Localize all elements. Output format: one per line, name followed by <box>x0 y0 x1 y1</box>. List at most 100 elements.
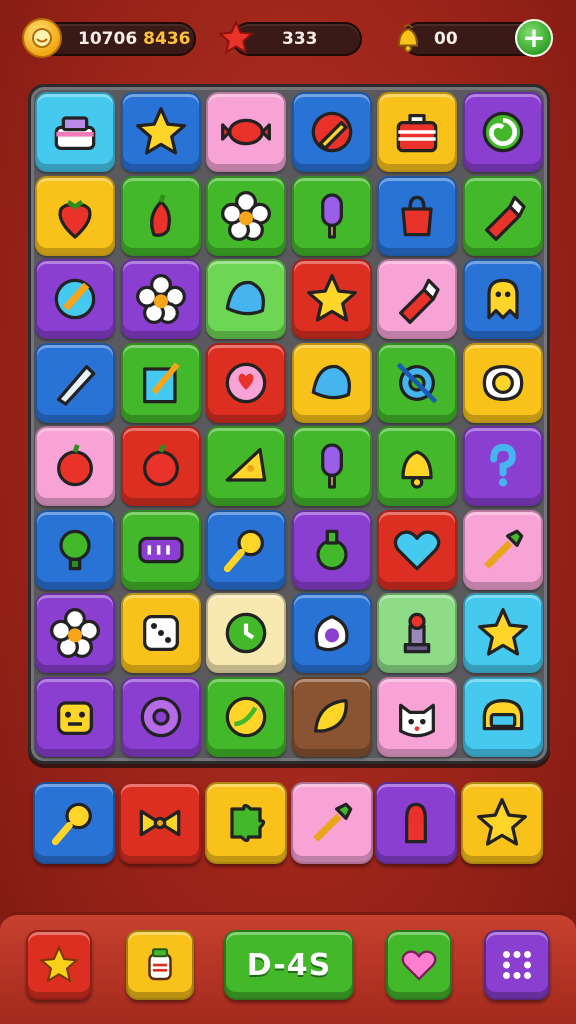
board-tile[interactable] <box>462 676 543 757</box>
play-button[interactable]: D-4S <box>224 930 354 1000</box>
star-icon <box>306 274 357 322</box>
board-tile[interactable] <box>291 342 372 423</box>
board-tile[interactable] <box>462 259 543 339</box>
tray-tile[interactable] <box>375 782 457 864</box>
stars-value: 333 <box>282 29 318 49</box>
popsicle-icon <box>320 443 343 489</box>
cat-icon <box>399 703 435 737</box>
board-tile[interactable] <box>206 175 286 256</box>
board-tile[interactable] <box>120 92 201 172</box>
menu-grid-button[interactable] <box>484 930 550 1000</box>
board-tile[interactable] <box>462 593 543 673</box>
brush-icon <box>313 802 353 842</box>
sun-icon <box>225 362 267 403</box>
paintbrush-icon <box>54 278 96 320</box>
board-tile[interactable] <box>462 342 543 423</box>
leaf-icon <box>313 698 348 733</box>
board-tile[interactable] <box>206 426 286 506</box>
board-tile[interactable] <box>206 259 286 339</box>
candy-icon <box>221 118 271 146</box>
coins-extra-value: 8436 <box>143 29 191 49</box>
chili-icon <box>149 193 171 237</box>
board-tile[interactable] <box>120 676 201 757</box>
cheese-icon <box>225 448 267 482</box>
board-tile[interactable] <box>35 426 115 506</box>
flower-icon <box>221 190 271 241</box>
board-tile[interactable] <box>291 426 372 506</box>
board-tile[interactable] <box>377 342 457 423</box>
board-tile[interactable] <box>206 92 286 172</box>
board-tile[interactable] <box>462 426 543 506</box>
board-tile[interactable] <box>291 509 372 590</box>
add-currency-button[interactable]: + <box>515 19 553 57</box>
notepad-icon <box>142 361 180 403</box>
grid-icon <box>503 951 531 979</box>
board-tile[interactable] <box>120 175 201 256</box>
board-tile[interactable] <box>35 175 115 256</box>
potion-booster-button[interactable] <box>126 930 194 1000</box>
board-tile[interactable] <box>291 259 372 339</box>
chess-icon <box>403 612 431 654</box>
board-tile[interactable] <box>462 92 543 172</box>
board-tile[interactable] <box>35 342 115 423</box>
game-board <box>28 84 550 764</box>
board-tile[interactable] <box>377 593 457 673</box>
tray-tile[interactable] <box>205 782 287 864</box>
swirl-icon <box>482 111 523 153</box>
box-icon <box>396 114 438 153</box>
donut-icon <box>140 696 181 737</box>
dice-icon <box>142 615 179 651</box>
board-tile[interactable] <box>291 175 372 256</box>
tray-tile[interactable] <box>461 782 543 864</box>
star-icon <box>477 608 528 656</box>
shell-icon <box>225 280 265 316</box>
puzzle-icon <box>230 803 266 843</box>
board-tile[interactable] <box>462 509 543 590</box>
board-tile[interactable] <box>206 593 286 673</box>
bulb-icon <box>59 529 91 570</box>
board-tile[interactable] <box>35 593 115 673</box>
tray-tile[interactable] <box>291 782 373 864</box>
board-tile[interactable] <box>35 259 115 339</box>
pencil-icon <box>311 111 352 153</box>
eye-icon <box>314 615 349 652</box>
clock-icon <box>225 612 267 654</box>
magnifier-icon <box>51 802 92 846</box>
board-tile[interactable] <box>377 175 457 256</box>
board-tile[interactable] <box>120 593 201 673</box>
bow-icon <box>139 809 181 837</box>
jar-icon <box>148 948 172 981</box>
banana-icon <box>225 696 267 737</box>
board-tile[interactable] <box>35 676 115 757</box>
heart-button[interactable] <box>386 930 452 1000</box>
board-tile[interactable] <box>206 342 286 423</box>
board-tile[interactable] <box>377 259 457 339</box>
board-tile[interactable] <box>377 426 457 506</box>
board-tile[interactable] <box>377 509 457 590</box>
board-tile[interactable] <box>291 92 372 172</box>
top-hud: 10706 8436 333 00 + <box>0 18 576 62</box>
tray-tile[interactable] <box>119 782 201 864</box>
board-tile[interactable] <box>120 259 201 339</box>
board-tile[interactable] <box>120 426 201 506</box>
board-tile[interactable] <box>291 593 372 673</box>
egg-icon <box>482 364 523 401</box>
board-tile[interactable] <box>35 509 115 590</box>
board-tile[interactable] <box>462 175 543 256</box>
board-tile[interactable] <box>120 509 201 590</box>
board-tile[interactable] <box>206 509 286 590</box>
apple-icon <box>142 444 179 487</box>
star-booster-button[interactable] <box>26 930 92 1000</box>
heart-icon <box>393 530 441 570</box>
board-tile[interactable] <box>291 676 372 757</box>
glove-icon <box>405 802 427 844</box>
tray-tile[interactable] <box>33 782 115 864</box>
bells-value: 00 <box>434 29 458 49</box>
flower-icon <box>135 274 186 324</box>
board-tile[interactable] <box>120 342 201 423</box>
board-tile[interactable] <box>377 676 457 757</box>
board-tile[interactable] <box>206 676 286 757</box>
board-tile[interactable] <box>377 92 457 172</box>
heart-icon <box>401 950 437 981</box>
board-tile[interactable] <box>35 92 115 172</box>
